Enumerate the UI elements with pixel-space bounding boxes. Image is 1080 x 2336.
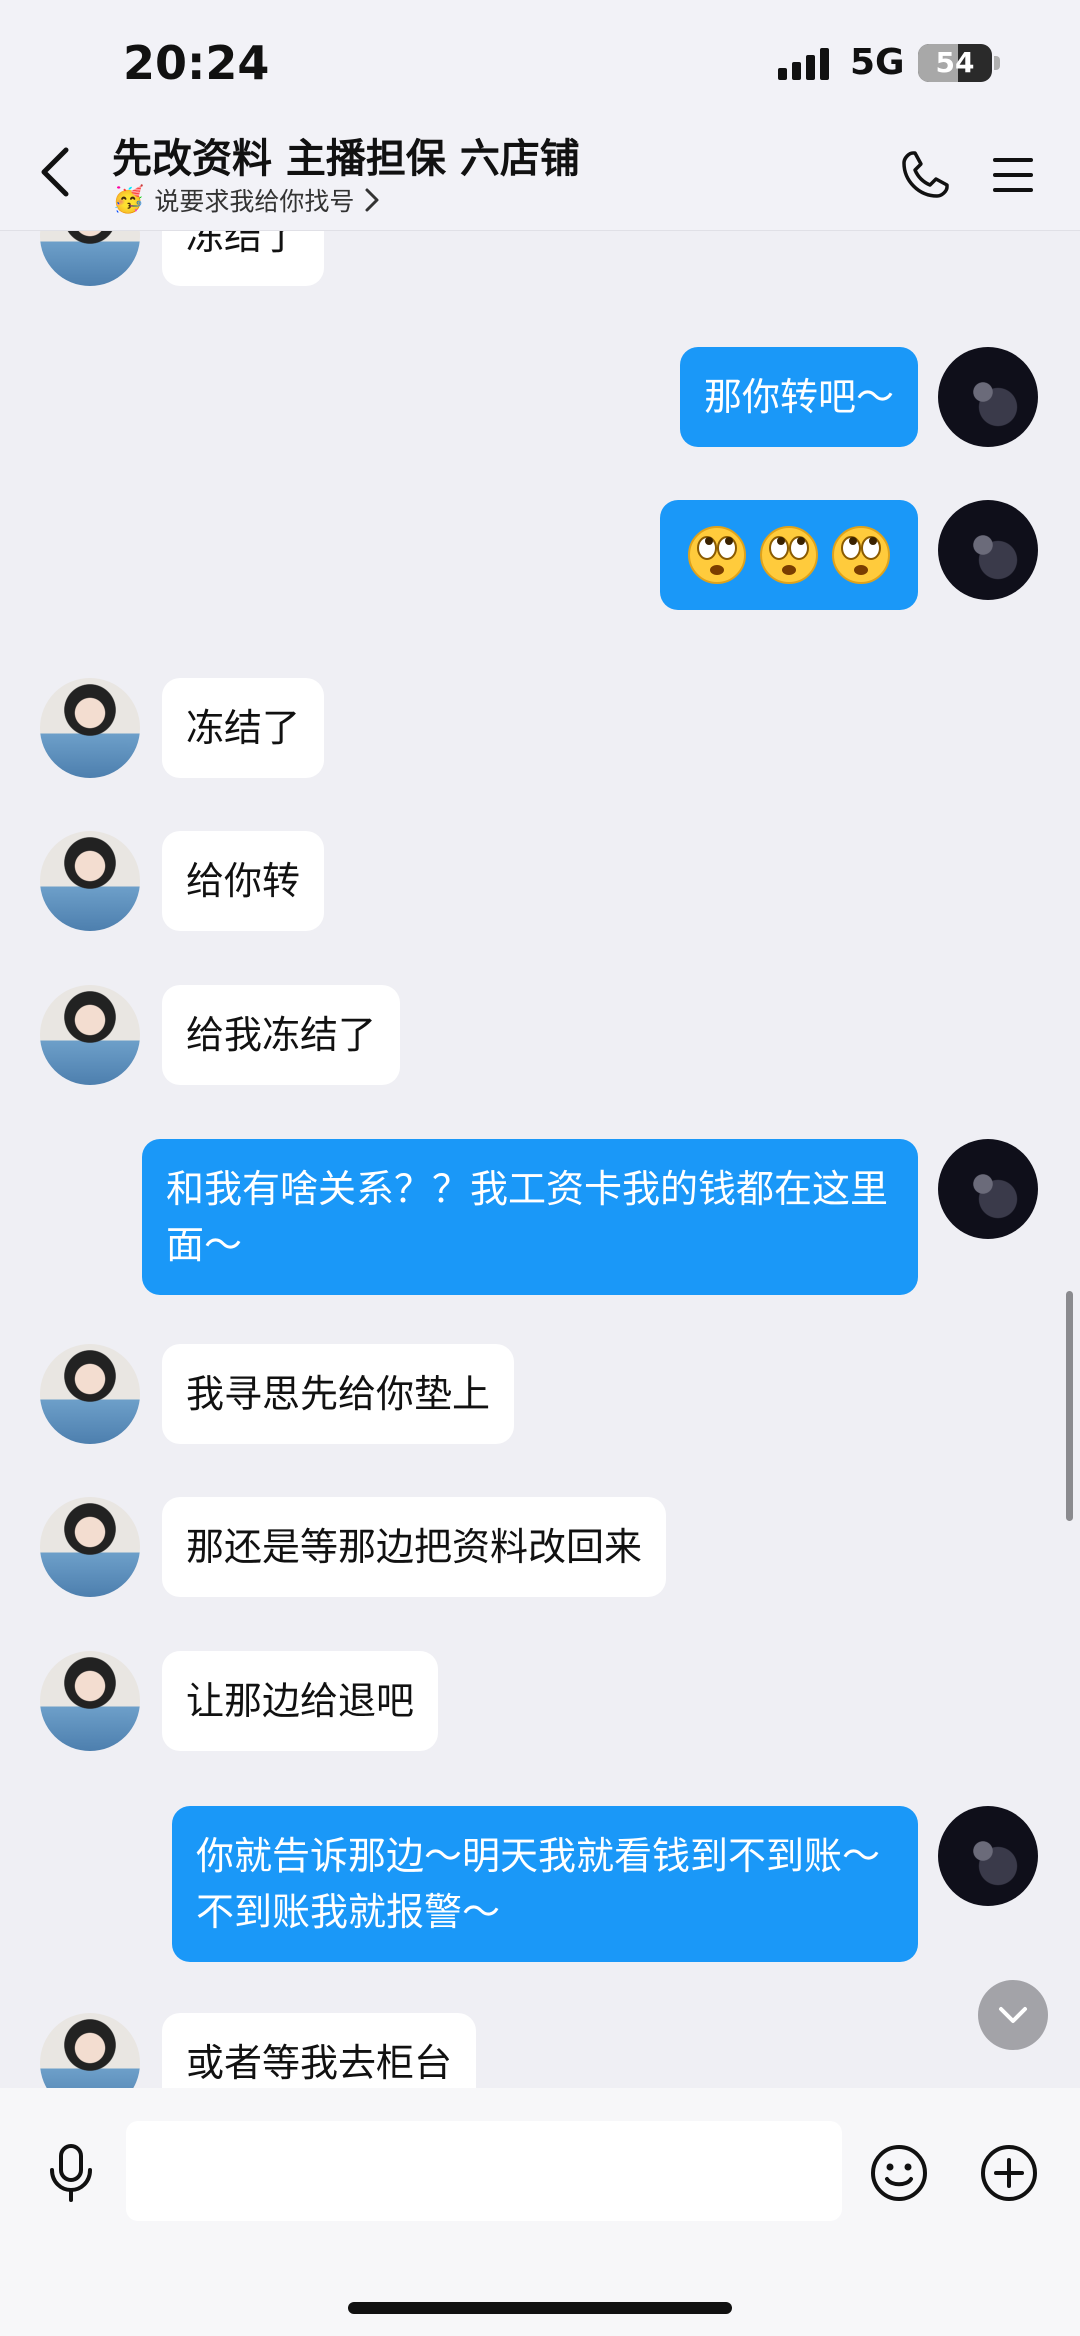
plus-circle-icon (981, 2145, 1037, 2201)
contact-avatar[interactable] (40, 985, 140, 1085)
my-avatar[interactable] (938, 500, 1038, 600)
battery-icon: 54 (918, 44, 992, 82)
chat-subtitle[interactable]: 🥳 说要求我给你找号 (112, 182, 380, 218)
menu-button[interactable] (980, 142, 1046, 208)
emoji-button[interactable] (866, 2140, 932, 2206)
message-list[interactable]: 冻结了 那你转吧～ 冻结了 给你转 给我冻结了 和我有啥关系？？我工资卡我的钱都… (0, 231, 1080, 2088)
my-avatar[interactable] (938, 1139, 1038, 1239)
contact-avatar[interactable] (40, 678, 140, 778)
contact-avatar[interactable] (40, 1497, 140, 1597)
message-bubble[interactable]: 那还是等那边把资料改回来 (162, 1497, 667, 1597)
battery-level: 54 (935, 46, 975, 79)
scrollbar[interactable] (1066, 1291, 1073, 1521)
home-indicator[interactable] (348, 2302, 732, 2314)
message-bubble[interactable]: 或者等我去柜台 (162, 2013, 477, 2088)
scroll-to-bottom-button[interactable] (978, 1980, 1048, 2050)
contact-avatar[interactable] (40, 231, 140, 286)
subtitle-text: 说要求我给你找号 (154, 187, 355, 216)
contact-avatar[interactable] (40, 1344, 140, 1444)
phone-icon (902, 151, 949, 198)
eye-roll-emoji (688, 526, 746, 584)
emoji-bubble[interactable] (660, 500, 918, 610)
my-avatar[interactable] (938, 347, 1038, 447)
message-bubble[interactable]: 给我冻结了 (162, 985, 401, 1085)
network-type: 5G (850, 42, 905, 83)
my-avatar[interactable] (938, 1806, 1038, 1906)
chevron-down-icon (999, 2007, 1027, 2023)
microphone-icon (50, 2144, 92, 2202)
eye-roll-emoji (760, 526, 818, 584)
message-bubble[interactable]: 给你转 (162, 831, 325, 931)
subtitle-emoji: 🥳 (112, 185, 145, 215)
message-input[interactable] (126, 2121, 842, 2221)
eye-roll-emoji (832, 526, 890, 584)
chat-title[interactable]: 先改资料 主播担保 六店铺 (112, 126, 580, 184)
message-bubble[interactable]: 让那边给退吧 (162, 1651, 439, 1751)
input-bar (0, 2088, 1080, 2336)
message-bubble[interactable]: 冻结了 (162, 231, 325, 286)
contact-avatar[interactable] (40, 831, 140, 931)
signal-icon (778, 48, 829, 80)
chat-header: 先改资料 主播担保 六店铺 🥳 说要求我给你找号 (0, 120, 1080, 231)
contact-avatar[interactable] (40, 2013, 140, 2088)
message-bubble[interactable]: 你就告诉那边～明天我就看钱到不到账～不到账我就报警～ (172, 1806, 918, 1962)
battery-cap (994, 56, 1000, 70)
emoji-row (686, 524, 892, 586)
message-bubble[interactable]: 和我有啥关系？？我工资卡我的钱都在这里面～ (142, 1139, 918, 1295)
status-bar: 20:24 5G 54 (0, 0, 1080, 120)
more-button[interactable] (976, 2140, 1042, 2206)
status-time: 20:24 (123, 36, 270, 90)
message-bubble[interactable]: 冻结了 (162, 678, 325, 778)
message-bubble[interactable]: 我寻思先给你垫上 (162, 1344, 515, 1444)
back-chevron-icon (41, 147, 69, 197)
chevron-right-icon (365, 188, 379, 212)
message-bubble[interactable]: 那你转吧～ (679, 347, 918, 447)
menu-icon (993, 158, 1033, 192)
voice-button[interactable] (38, 2140, 104, 2206)
smiley-icon (871, 2145, 927, 2201)
call-button[interactable] (892, 142, 958, 208)
back-button[interactable] (24, 142, 84, 202)
contact-avatar[interactable] (40, 1651, 140, 1751)
